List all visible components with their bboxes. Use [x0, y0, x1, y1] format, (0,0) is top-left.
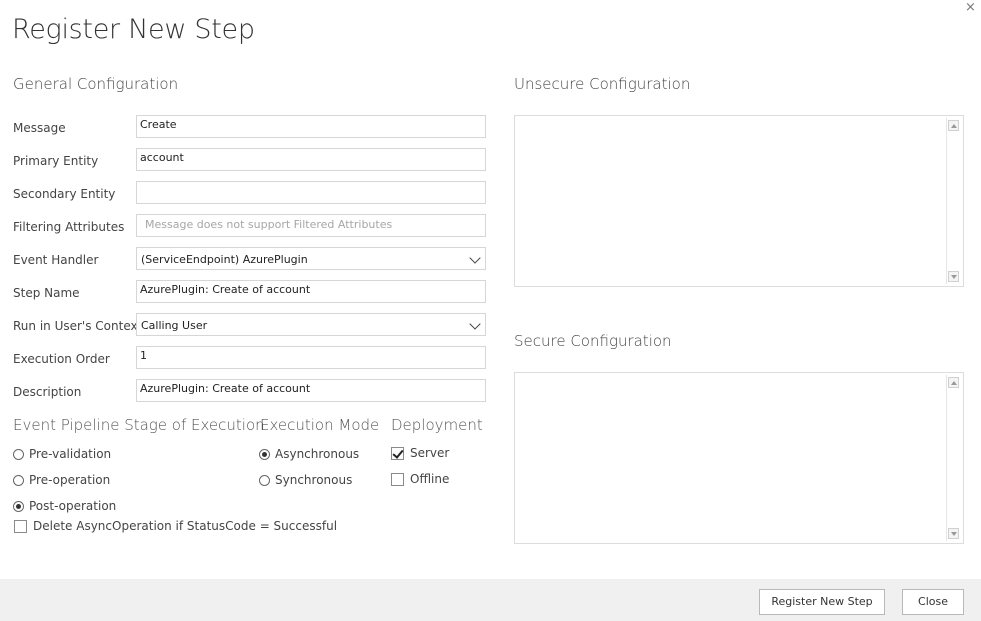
- scroll-up-icon[interactable]: [948, 377, 959, 388]
- scroll-up-icon[interactable]: [948, 120, 959, 131]
- radio-button[interactable]: [13, 475, 24, 486]
- server-checkbox[interactable]: [391, 447, 404, 460]
- execution-mode-title: Execution Mode: [260, 416, 380, 434]
- close-icon[interactable]: ×: [965, 0, 976, 15]
- scrollbar[interactable]: [946, 375, 961, 541]
- stage-option-post-operation[interactable]: Post-operation: [13, 499, 116, 513]
- mode-option-asynchronous[interactable]: Asynchronous: [259, 447, 359, 461]
- radio-button-selected[interactable]: [259, 449, 270, 460]
- run-context-select[interactable]: Calling User: [136, 313, 486, 336]
- description-input[interactable]: AzurePlugin: Create of account: [136, 379, 486, 402]
- secondary-entity-input[interactable]: [136, 181, 486, 204]
- deployment-title: Deployment: [391, 416, 483, 434]
- stage-option-pre-validation[interactable]: Pre-validation: [13, 447, 111, 461]
- general-config-title: General Configuration: [13, 75, 179, 93]
- close-button[interactable]: Close: [902, 589, 964, 615]
- stage-option-pre-operation[interactable]: Pre-operation: [13, 473, 110, 487]
- event-handler-value: (ServiceEndpoint) AzurePlugin: [141, 253, 308, 266]
- event-handler-select[interactable]: (ServiceEndpoint) AzurePlugin: [136, 247, 486, 270]
- delete-async-checkbox[interactable]: [14, 520, 27, 533]
- unsecure-config-title: Unsecure Configuration: [514, 75, 691, 93]
- description-label: Description: [13, 385, 82, 399]
- scroll-down-icon[interactable]: [948, 271, 959, 282]
- register-new-step-button[interactable]: Register New Step: [759, 589, 885, 615]
- step-name-label: Step Name: [13, 286, 80, 300]
- filtering-attributes-label: Filtering Attributes: [13, 220, 125, 234]
- offline-checkbox[interactable]: [391, 473, 404, 486]
- radio-button[interactable]: [259, 475, 270, 486]
- step-name-input[interactable]: AzurePlugin: Create of account: [136, 280, 486, 303]
- execution-order-label: Execution Order: [13, 352, 110, 366]
- execution-order-input[interactable]: 1: [136, 346, 486, 369]
- unsecure-config-textarea[interactable]: [514, 115, 964, 287]
- scrollbar[interactable]: [946, 118, 961, 284]
- chevron-down-icon: [469, 318, 481, 330]
- stage-title: Event Pipeline Stage of Execution: [13, 416, 265, 434]
- delete-async-option[interactable]: Delete AsyncOperation if StatusCode = Su…: [14, 519, 337, 533]
- radio-button[interactable]: [13, 449, 24, 460]
- message-input[interactable]: Create: [136, 115, 486, 138]
- radio-button-selected[interactable]: [13, 501, 24, 512]
- chevron-down-icon: [469, 252, 481, 264]
- mode-option-synchronous[interactable]: Synchronous: [259, 473, 352, 487]
- deployment-option-server[interactable]: Server: [391, 446, 449, 460]
- secondary-entity-label: Secondary Entity: [13, 187, 116, 201]
- primary-entity-label: Primary Entity: [13, 154, 99, 168]
- deployment-option-offline[interactable]: Offline: [391, 472, 449, 486]
- secure-config-textarea[interactable]: [514, 372, 964, 544]
- run-context-value: Calling User: [141, 319, 208, 332]
- secure-config-title: Secure Configuration: [514, 332, 672, 350]
- event-handler-label: Event Handler: [13, 253, 99, 267]
- scroll-down-icon[interactable]: [948, 528, 959, 539]
- dialog-title: Register New Step: [12, 14, 255, 45]
- message-label: Message: [13, 121, 66, 135]
- primary-entity-input[interactable]: account: [136, 148, 486, 171]
- run-context-label: Run in User's Context: [13, 319, 143, 333]
- filtering-attributes-input[interactable]: Message does not support Filtered Attrib…: [136, 214, 486, 237]
